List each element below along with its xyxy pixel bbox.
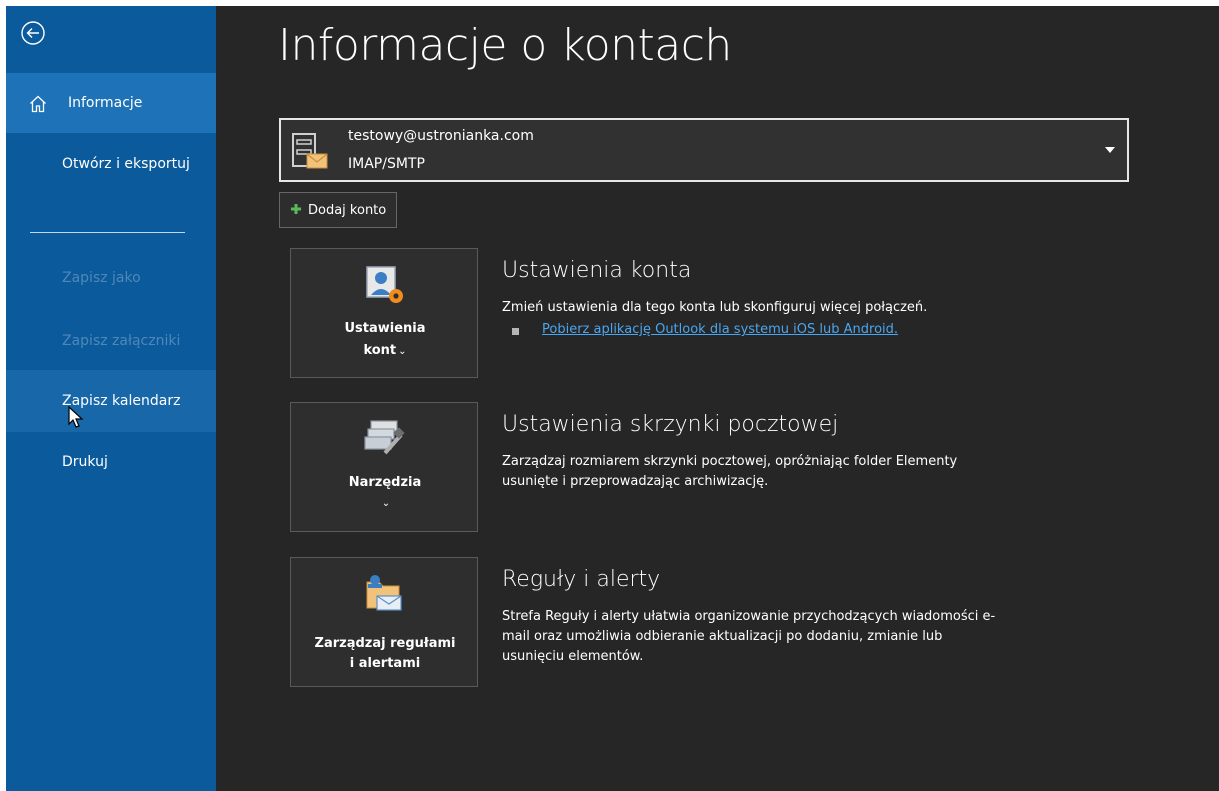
sidebar-item-label: Drukuj: [62, 454, 108, 470]
sidebar-item-drukuj[interactable]: Drukuj: [6, 452, 216, 472]
mailbox-settings-title: Ustawienia skrzynki pocztowej: [502, 412, 839, 437]
rules-alerts-section: Zarządzaj regułami i alertami Reguły i a…: [290, 557, 1190, 689]
sidebar-item-zapisz-kalendarz[interactable]: Zapisz kalendarz: [6, 370, 216, 432]
sidebar-divider: [30, 232, 185, 233]
mailbox-settings-section: Narzędzia ⌄ Ustawienia skrzynki pocztowe…: [290, 402, 1190, 534]
outlook-mobile-link[interactable]: Pobierz aplikację Outlook dla systemu iO…: [542, 322, 898, 337]
tools-button[interactable]: Narzędzia ⌄: [290, 402, 478, 532]
mailbox-settings-description: Zarządzaj rozmiarem skrzynki pocztowej, …: [502, 452, 1142, 492]
account-settings-label-line1: Ustawienia: [344, 321, 426, 336]
manage-rules-label-line2: i alertami: [349, 656, 421, 671]
account-email: testowy@ustronianka.com: [348, 128, 534, 144]
rules-description-line: Strefa Reguły i alerty ułatwia organizow…: [502, 609, 996, 624]
chevron-down-icon: [1105, 147, 1115, 153]
account-info-panel: Informacje o kontach testowy@ustronianka…: [216, 6, 1219, 791]
rules-alerts-icon: [366, 575, 402, 611]
rules-description-line: usunięciu elementów.: [502, 649, 644, 664]
account-settings-label-line2: kont ⌄: [291, 341, 479, 362]
account-settings-icon: [366, 266, 403, 303]
back-arrow-icon: [21, 21, 45, 45]
account-mailbox-icon: [292, 133, 328, 169]
plus-icon: [291, 204, 301, 214]
back-button[interactable]: [20, 20, 46, 46]
sidebar-item-otworz-eksportuj[interactable]: Otwórz i eksportuj: [6, 154, 216, 204]
home-icon: [30, 95, 46, 113]
rules-alerts-title: Reguły i alerty: [502, 567, 661, 592]
sidebar-item-informacje[interactable]: Informacje: [6, 73, 216, 133]
tools-icon: [364, 420, 405, 455]
sidebar-item-zapisz-jako[interactable]: Zapisz jako: [6, 268, 216, 288]
account-type: IMAP/SMTP: [348, 156, 425, 172]
sidebar-item-label: Zapisz załączniki: [62, 333, 181, 349]
rules-description-line: mail oraz umożliwia odbieranie aktualiza…: [502, 629, 943, 644]
manage-rules-label-line1: Zarządzaj regułami: [314, 636, 456, 651]
manage-rules-button[interactable]: Zarządzaj regułami i alertami: [290, 557, 478, 687]
sidebar-item-label: Otwórz i eksportuj: [62, 156, 190, 172]
mouse-cursor-icon: [68, 406, 84, 428]
add-account-label: Dodaj konto: [308, 202, 387, 218]
sidebar-item-label: Informacje: [68, 95, 143, 111]
mailbox-description-line: Zarządzaj rozmiarem skrzynki pocztowej, …: [502, 454, 958, 469]
sidebar-item-label: Zapisz jako: [62, 270, 141, 286]
backstage-window: Informacje Otwórz i eksportuj Zapisz jak…: [6, 6, 1219, 791]
account-settings-label-text: kont: [363, 343, 397, 358]
account-settings-button[interactable]: Ustawienia kont ⌄: [290, 248, 478, 378]
chevron-down-icon: ⌄: [398, 346, 407, 357]
account-settings-section: Ustawienia kont ⌄ Ustawienia konta Zmień …: [290, 248, 1190, 380]
mailbox-description-line: usunięte i przeprowadzając archiwizację.: [502, 474, 769, 489]
sidebar-item-zapisz-zalaczniki[interactable]: Zapisz załączniki: [6, 331, 216, 351]
account-selector[interactable]: testowy@ustronianka.com IMAP/SMTP: [279, 118, 1129, 182]
add-account-button[interactable]: Dodaj konto: [279, 192, 398, 228]
account-settings-description: Zmień ustawienia dla tego konta lub skon…: [502, 300, 928, 315]
page-title: Informacje o kontach: [278, 20, 732, 71]
tools-label: Narzędzia: [348, 475, 422, 490]
bullet-icon: [512, 328, 519, 335]
chevron-down-icon: ⌄: [381, 498, 391, 509]
account-settings-title: Ustawienia konta: [502, 258, 692, 283]
backstage-sidebar: Informacje Otwórz i eksportuj Zapisz jak…: [6, 6, 216, 791]
rules-alerts-description: Strefa Reguły i alerty ułatwia organizow…: [502, 607, 1142, 667]
